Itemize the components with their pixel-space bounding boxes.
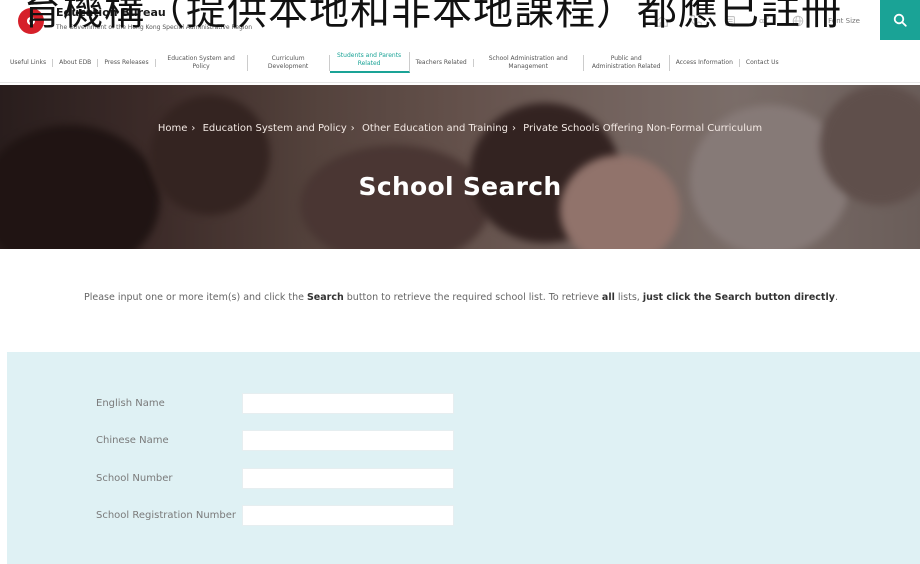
breadcrumb-other-education[interactable]: Other Education and Training [362,123,508,134]
registration-number-input[interactable] [242,505,454,526]
nav-item-education-system[interactable]: Education System and Policy [156,54,248,71]
nav-item-useful-links[interactable]: Useful Links [4,58,54,67]
breadcrumb-education-system[interactable]: Education System and Policy [203,123,347,134]
breadcrumb: Home › Education System and Policy › Other… [0,121,920,137]
form-row-chinese-name: Chinese Name [96,430,454,451]
instructions-text: . [834,292,838,303]
english-name-input[interactable] [242,393,454,414]
chinese-name-input[interactable] [242,430,454,451]
search-instructions: Please input one or more item(s) and cli… [84,290,844,305]
nav-item-curriculum[interactable]: Curriculum Development [248,54,330,71]
instructions-all-bold: all [601,292,615,303]
form-row-school-number: School Number [96,468,454,489]
nav-item-access-info[interactable]: Access Information [670,58,740,67]
instructions-tail-bold: just click the Search button directly [642,292,835,303]
breadcrumb-separator-icon: › [191,123,196,134]
breadcrumb-separator-icon: › [511,123,516,134]
hero-banner: Home › Education System and Policy › Other… [0,85,920,249]
nav-item-school-admin[interactable]: School Administration and Management [474,54,584,71]
header-search-button[interactable] [880,0,920,40]
chinese-name-label: Chinese Name [96,435,169,446]
nav-item-about-edb[interactable]: About EDB [53,58,99,67]
page-title: School Search [358,172,562,201]
breadcrumb-separator-icon: › [350,123,355,134]
search-icon [893,13,907,27]
school-number-label: School Number [96,473,173,484]
page-root: { "overlay": { "title": "育機構（提供本地和非本地課程）… [0,0,920,564]
hero-overlay [0,85,920,249]
instructions-text: lists, [614,292,643,303]
nav-item-public-admin[interactable]: Public and Administration Related [584,54,670,71]
breadcrumb-private-schools[interactable]: Private Schools Offering Non-Formal Curr… [523,123,762,134]
school-number-input[interactable] [242,468,454,489]
nav-item-teachers[interactable]: Teachers Related [410,58,474,67]
registration-number-label: School Registration Number [96,510,237,521]
instructions-text: Please input one or more item(s) and cli… [84,292,307,303]
form-row-english-name: English Name [96,393,454,414]
nav-item-press-releases[interactable]: Press Releases [98,58,156,67]
breadcrumb-home[interactable]: Home [158,123,188,134]
english-name-label: English Name [96,398,165,409]
nav-item-students-parents[interactable]: Students and Parents Related [329,52,410,73]
instructions-search-bold: Search [306,292,344,303]
main-nav: Useful Links About EDB Press Releases Ed… [0,43,920,83]
overlay-chinese-title: 育機構（提供本地和非本地課程）都應已註冊 [22,0,842,34]
instructions-text: button to retrieve the required school l… [343,292,602,303]
search-form-panel [7,352,920,564]
nav-item-contact-us[interactable]: Contact Us [740,59,785,67]
form-row-registration-number: School Registration Number [96,505,454,526]
